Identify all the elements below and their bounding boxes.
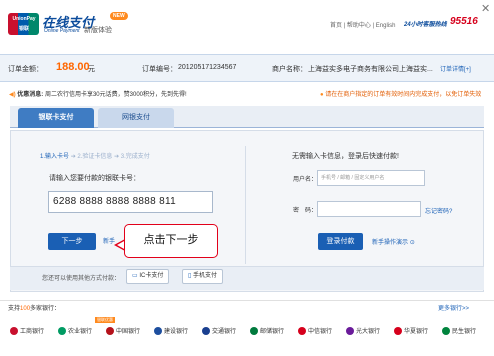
amount-label: 订单金额： bbox=[8, 66, 43, 73]
bank-name: 交通银行 bbox=[212, 329, 237, 335]
promo-notice: ◀) 优惠消息: 周二农行信用卡享30元话费，赞3000积分，先到先得! bbox=[9, 89, 187, 98]
unionpay-logo-text: UnionPay 银联 bbox=[12, 16, 36, 32]
mobile-pay-button[interactable]: ▯ 手机支付 bbox=[182, 269, 223, 284]
bank-logo-icon bbox=[58, 327, 66, 336]
bank-logo-icon bbox=[154, 327, 162, 336]
other-methods-label: 您还可以使用其他方式付款： bbox=[42, 276, 121, 282]
step-arrow-icon: ➔ bbox=[70, 154, 76, 160]
ic-card-label: IC卡支付 bbox=[139, 273, 164, 279]
bank-name: 邮储银行 bbox=[260, 329, 285, 335]
expiry-text: 请在在商户指定的订单有效时间内完成支付，以免订单失效 bbox=[325, 92, 482, 98]
banks-title: 支持100多家银行： bbox=[8, 303, 60, 312]
ic-card-pay-button[interactable]: ▭ IC卡支付 bbox=[126, 269, 170, 284]
bank-logo-icon bbox=[250, 327, 258, 336]
bank-name: 工商银行 bbox=[20, 329, 45, 335]
bank-item[interactable]: 农业银行 bbox=[58, 326, 93, 336]
expiry-notice: ● 请在在商户指定的订单有效时间内完成支付，以免订单失效 bbox=[320, 89, 481, 98]
order-no-label: 订单编号： bbox=[142, 66, 177, 73]
forgot-password-link[interactable]: 忘记密码? bbox=[425, 206, 452, 215]
panel-divider bbox=[245, 146, 246, 264]
bank-item[interactable]: 工商银行 bbox=[10, 326, 45, 336]
hotline-label: 24小时客服热线 bbox=[404, 22, 447, 28]
order-info-bar: 订单金额： 188.00 元 订单编号： 201205171234567 商户名… bbox=[0, 54, 494, 82]
bank-item[interactable]: 中国银行 bbox=[106, 326, 141, 336]
step-arrow-icon: ➔ bbox=[114, 154, 120, 160]
preferential-tag: 银联优惠 bbox=[95, 317, 115, 323]
bank-name: 华夏银行 bbox=[404, 329, 429, 335]
bank-name: 中信银行 bbox=[308, 329, 333, 335]
banks-divider bbox=[0, 300, 494, 312]
step-3: 3.完成支付 bbox=[120, 154, 150, 160]
bank-item[interactable]: 中信银行 bbox=[298, 326, 333, 336]
bank-name: 中国银行 bbox=[116, 329, 141, 335]
password-label: 密 码： bbox=[293, 208, 318, 214]
step-1: 1.输入卡号 bbox=[40, 154, 70, 160]
order-no: 201205171234567 bbox=[178, 64, 237, 71]
bank-name: 建设银行 bbox=[164, 329, 189, 335]
step-2: 2.验证卡信息 bbox=[77, 154, 113, 160]
merchant-label: 商户名称： bbox=[272, 66, 307, 73]
bank-name: 农业银行 bbox=[68, 329, 93, 335]
bank-logo-icon bbox=[202, 327, 210, 336]
password-input[interactable] bbox=[317, 201, 421, 217]
bank-item[interactable]: 华夏银行 bbox=[394, 326, 429, 336]
banks-count: 100 bbox=[20, 306, 31, 312]
tab-online-banking[interactable]: 网银支付 bbox=[98, 108, 174, 128]
bank-logo-icon bbox=[298, 327, 306, 336]
megaphone-icon: ◀) bbox=[9, 92, 16, 98]
bank-logo-icon bbox=[394, 327, 402, 336]
login-pay-title: 无需输入卡信息，登录后快速付款! bbox=[292, 153, 399, 160]
top-nav-links[interactable]: 首页 | 帮助中心 | English bbox=[330, 20, 395, 29]
pin-icon: ● bbox=[320, 92, 324, 98]
close-icon[interactable]: ✕ bbox=[481, 2, 490, 15]
login-pay-button[interactable]: 登录付款 bbox=[318, 233, 363, 250]
bank-item[interactable]: 交通银行 bbox=[202, 326, 237, 336]
new-experience-link[interactable]: 新版体验 bbox=[84, 25, 112, 35]
bank-name: 光大银行 bbox=[356, 329, 381, 335]
payment-tabs: 银联卡支付 网银支付 bbox=[10, 106, 484, 128]
promo-label: 优惠消息: bbox=[17, 92, 44, 98]
new-badge: NEW bbox=[110, 12, 128, 20]
hotline-number: 95516 bbox=[450, 16, 478, 27]
mobile-pay-label: 手机支付 bbox=[192, 273, 217, 279]
amount-unit: 元 bbox=[88, 66, 95, 73]
bank-item[interactable]: 建设银行 bbox=[154, 326, 189, 336]
order-detail-link[interactable]: 订单详情[+] bbox=[440, 64, 471, 73]
phone-icon: ▯ bbox=[188, 273, 192, 279]
card-icon: ▭ bbox=[132, 273, 138, 279]
play-icon: ⊙ bbox=[409, 240, 415, 246]
bank-item[interactable]: 邮储银行 bbox=[250, 326, 285, 336]
card-number-label: 请输入您要付款的银联卡号： bbox=[49, 175, 140, 182]
banks-title-suffix: 多家银行： bbox=[30, 306, 61, 312]
bank-name: 民生银行 bbox=[452, 329, 477, 335]
bank-logo-icon bbox=[10, 327, 18, 336]
promo-text: 周二农行信用卡享30元话费，赞3000积分，先到先得! bbox=[44, 92, 187, 98]
demo-link[interactable]: 新手操作演示 ⊙ bbox=[372, 237, 415, 246]
bank-logo-icon bbox=[442, 327, 450, 336]
username-label: 用户名： bbox=[293, 177, 318, 183]
brand-subtitle: Online Payment bbox=[44, 28, 80, 34]
username-input[interactable]: 手机号 / 邮箱 / 固定义用户名 bbox=[317, 170, 425, 186]
card-number-input[interactable]: 6288 8888 8888 8888 811 bbox=[48, 191, 213, 213]
bank-logo-icon bbox=[106, 327, 114, 336]
bank-item[interactable]: 民生银行 bbox=[442, 326, 477, 336]
more-banks-link[interactable]: 更多银行>> bbox=[438, 303, 469, 312]
instruction-callout: 点击下一步 bbox=[124, 224, 218, 258]
banks-title-prefix: 支持 bbox=[8, 306, 21, 312]
bank-item[interactable]: 光大银行 bbox=[346, 326, 381, 336]
demo-link-label: 新手操作演示 bbox=[372, 240, 409, 246]
amount-value: 188.00 bbox=[56, 61, 90, 73]
tab-unionpay-card[interactable]: 银联卡支付 bbox=[18, 108, 94, 128]
step-indicator: 1.输入卡号 ➔ 2.验证卡信息 ➔ 3.完成支付 bbox=[40, 151, 150, 160]
bank-logo-icon bbox=[346, 327, 354, 336]
next-step-button[interactable]: 下一步 bbox=[48, 233, 96, 250]
merchant-name: 上海益实多电子商务有限公司上海益实... bbox=[308, 66, 433, 73]
